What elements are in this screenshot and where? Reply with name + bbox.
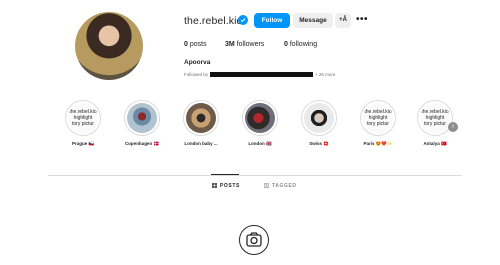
add-user-button[interactable]: +Å xyxy=(335,13,351,28)
highlight-label: London 🇬🇧 xyxy=(248,141,272,146)
highlight-ring xyxy=(242,100,278,136)
posts-count: 0 posts xyxy=(184,41,207,48)
highlight-ring: the.rebel.kio highlight tory pictur xyxy=(417,100,453,136)
followed-by-prefix: Followed by xyxy=(184,72,209,77)
following-label: following xyxy=(289,41,318,48)
highlight-label: Prague 🇨🇿 xyxy=(71,141,95,146)
highlight-label: Antalya 🇹🇷 xyxy=(423,141,447,146)
highlight-ring xyxy=(183,100,219,136)
highlight-cover xyxy=(245,103,275,133)
highlight-item[interactable]: the.rebel.kio highlight tory pictur Pari… xyxy=(358,100,398,147)
tag-icon xyxy=(264,183,269,188)
highlight-item[interactable]: the.rebel.kio highlight tory pictur Prag… xyxy=(63,100,103,147)
followers-value: 3M xyxy=(225,41,235,48)
highlight-label: Copenhagen 🇩🇰 xyxy=(124,141,160,146)
highlight-caption-line: tory pictur xyxy=(367,121,389,127)
camera-icon xyxy=(239,225,269,255)
highlight-label: Swiss 🇨🇭 xyxy=(309,141,329,146)
highlight-ring xyxy=(301,100,337,136)
followed-by-suffix: + 26 more xyxy=(315,72,336,77)
highlight-cover: the.rebel.kio highlight tory pictur xyxy=(420,103,450,133)
message-button[interactable]: Message xyxy=(293,13,333,28)
follow-button[interactable]: Follow xyxy=(254,13,290,28)
tab-tagged[interactable]: TAGGED xyxy=(264,183,297,189)
posts-value: 0 xyxy=(184,41,188,48)
posts-label: posts xyxy=(189,41,207,48)
tab-tagged-label: TAGGED xyxy=(272,183,297,189)
highlight-item[interactable]: London baby ... xyxy=(181,100,221,146)
followers-label: followers xyxy=(236,41,265,48)
highlight-ring: the.rebel.kio highlight tory pictur xyxy=(360,100,396,136)
highlight-ring: the.rebel.kio highlight tory pictur xyxy=(65,100,101,136)
tab-posts[interactable]: POSTS xyxy=(212,183,240,189)
tabs-divider xyxy=(48,175,462,176)
profile-avatar[interactable] xyxy=(75,12,143,80)
tab-posts-label: POSTS xyxy=(220,183,240,189)
highlight-item[interactable]: London 🇬🇧 xyxy=(240,100,280,147)
highlight-label: Paris 😍❤️✨ xyxy=(363,141,393,146)
highlight-cover xyxy=(304,103,334,133)
highlight-label: London baby ... xyxy=(184,141,218,146)
highlight-cover: the.rebel.kio highlight tory pictur xyxy=(363,103,393,133)
highlight-cover xyxy=(186,103,216,133)
chevron-right-icon[interactable]: › xyxy=(448,122,458,132)
highlight-ring xyxy=(124,100,160,136)
active-tab-indicator xyxy=(211,174,239,175)
highlight-item[interactable]: Copenhagen 🇩🇰 xyxy=(122,100,162,147)
highlight-cover xyxy=(127,103,157,133)
following-value: 0 xyxy=(284,41,288,48)
highlight-item[interactable]: Swiss 🇨🇭 xyxy=(299,100,339,147)
followed-by-text[interactable]: Followed by + 26 more xyxy=(184,72,336,78)
grid-icon xyxy=(212,183,217,188)
profile-full-name: Apoorva xyxy=(184,59,211,66)
more-options-icon[interactable]: ••• xyxy=(356,15,368,25)
verified-badge-icon xyxy=(238,15,248,25)
profile-username: the.rebel.kid xyxy=(184,15,243,27)
followers-count[interactable]: 3M followers xyxy=(225,41,264,48)
following-count[interactable]: 0 following xyxy=(284,41,317,48)
highlight-caption-line: tory pictur xyxy=(72,121,94,127)
redacted-names xyxy=(210,72,314,78)
highlight-caption-line: tory pictur xyxy=(424,121,446,127)
highlight-cover: the.rebel.kio highlight tory pictur xyxy=(68,103,98,133)
